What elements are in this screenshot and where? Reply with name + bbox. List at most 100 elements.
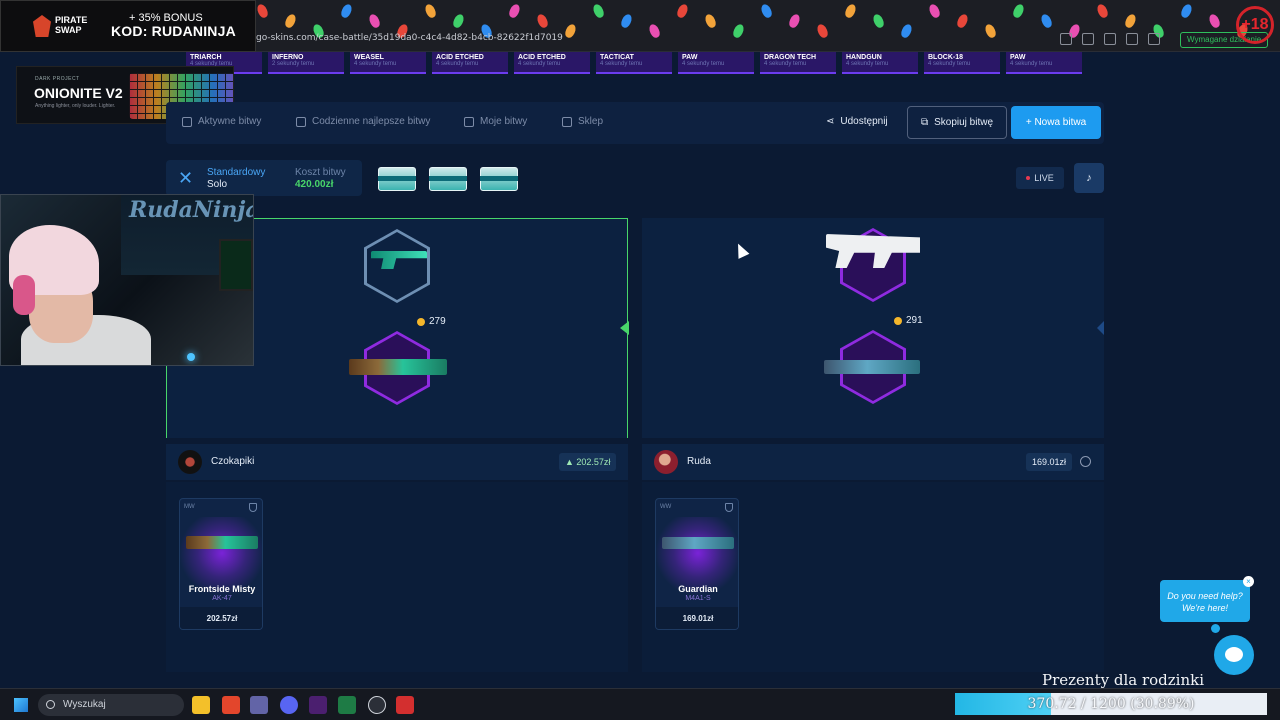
item-type: AK-47 [212,595,232,602]
avatar[interactable] [178,450,202,474]
item-type: M4A1-S [685,595,711,602]
excel-icon[interactable] [338,696,356,714]
ak47-skin-image [349,359,447,375]
drop-item[interactable]: ACID ETCHED 4 sekundy temu [432,52,508,74]
light-bulb [339,2,354,20]
close-icon[interactable]: × [1243,576,1254,587]
drop-item-time: 4 sekundy temu [600,61,643,67]
sound-toggle-button[interactable]: ♪ [1074,163,1104,193]
item-wear: MW [184,504,195,510]
extension-icon[interactable] [1082,33,1094,45]
drop-item[interactable]: PAW 4 sekundy temu [678,52,754,74]
chat-icon [1225,647,1243,662]
windows-start-icon[interactable] [14,698,28,712]
obs-icon[interactable] [368,696,386,714]
drop-item[interactable]: ACID ETCHED 4 sekundy temu [514,52,590,74]
m4a1s-skin-image [662,537,734,549]
sidebar-icon[interactable] [1126,33,1138,45]
drop-item[interactable]: TACTICAT 4 sekundy temu [596,52,672,74]
discord-icon[interactable] [280,696,298,714]
drop-item-time: 4 sekundy temu [928,61,971,67]
promo-banner: PIRATE SWAP + 35% BONUS KOD: RUDANINJA [0,0,256,52]
goal-title: Prezenty dla rodzinki [1042,671,1205,689]
drop-item-time: 4 sekundy temu [436,61,479,67]
help-bubble[interactable]: Do you need help? We're here! [1160,580,1250,622]
player-2-spinner: 291 [642,218,1104,438]
chat-button[interactable] [1214,635,1254,675]
mode-name: Standardowy [207,167,266,178]
drop-item-name: INFERNO [272,54,304,61]
light-bulb [647,22,662,40]
light-bulb [619,12,634,30]
copy-icon: ⧉ [920,117,929,128]
address-bar[interactable]: go-skins.com/case-battle/35d19da0-c4c4-4… [256,33,563,43]
light-bulb [423,2,438,20]
spin-marker [1097,321,1104,335]
drop-item-name: BLOCK-18 [928,54,964,61]
coin-icon [894,316,902,325]
app-icon[interactable] [396,696,414,714]
light-bulb [759,2,774,20]
taskbar-search[interactable]: Wyszukaj [38,694,184,716]
light-bulb [843,2,858,20]
drop-item[interactable]: BLOCK-18 4 sekundy temu [924,52,1000,74]
streamer-webcam: RudaNinja [0,194,254,366]
light-bulb [1179,2,1194,20]
light-bulb [283,12,298,30]
light-bulb [955,12,970,30]
drop-item-time: 4 sekundy temu [1010,61,1053,67]
tab-daily-best[interactable]: Codzienne najlepsze bitwy [296,116,430,127]
light-bulb [871,12,886,30]
drop-item[interactable]: HANDGUN 4 sekundy temu [842,52,918,74]
player-total: 169.01zł [1026,453,1073,471]
tab-shop[interactable]: Sklep [562,116,603,127]
light-bulb [1207,12,1222,30]
new-battle-button[interactable]: + Nowa bitwa [1011,106,1101,139]
spin-value: 291 [894,315,923,326]
drop-item-time: 4 sekundy temu [518,61,561,67]
drop-item[interactable]: PAW 4 sekundy temu [1006,52,1082,74]
search-icon [46,700,55,709]
share-button[interactable]: ⋖ Udostępnij [826,116,888,127]
drop-item-name: TACTICAT [600,54,634,61]
drop-item-name: ACID ETCHED [518,54,566,61]
favorites-icon[interactable] [1148,33,1160,45]
case-thumbnail[interactable] [478,163,520,193]
light-bulb [367,12,382,30]
brave-browser-icon[interactable] [222,696,240,714]
drop-item-name: HANDGUN [846,54,882,61]
drop-item[interactable]: WEASEL 4 sekundy temu [350,52,426,74]
live-button[interactable]: LIVE [1016,167,1064,189]
light-bulb [1011,2,1026,20]
won-item-card[interactable]: MW Frontside Misty AK-47 202.57zł [179,498,263,630]
case-thumbnail[interactable] [427,163,469,193]
extension-icon[interactable] [1060,33,1072,45]
avatar[interactable] [654,450,678,474]
drop-item-time: 4 sekundy temu [764,61,807,67]
file-explorer-icon[interactable] [192,696,210,714]
drop-item-name: TRIARCH [190,54,222,61]
headset-icon [13,275,35,315]
crossed-swords-icon: ✕ [178,168,194,188]
tab-active-battles[interactable]: Aktywne bitwy [182,116,261,127]
winner-marker [620,321,629,335]
item-price: 169.01zł [656,607,738,629]
teams-icon[interactable] [250,696,268,714]
app-icon[interactable] [309,696,327,714]
case-thumbnail[interactable] [376,163,418,193]
tab-my-battles[interactable]: Moje bitwy [464,116,527,127]
music-icon[interactable] [1104,33,1116,45]
pirateswap-logo-icon [33,15,51,37]
drop-item-name: PAW [1010,54,1026,61]
drop-item[interactable]: DRAGON TECH 4 sekundy temu [760,52,836,74]
emoji-icon[interactable] [1080,456,1091,467]
item-price: 202.57zł [180,607,262,629]
player-row: Ruda 169.01zł [642,444,1104,480]
drop-item-time: 4 sekundy temu [354,61,397,67]
drop-item-time: 2 sekundy temu [272,61,315,67]
won-item-card[interactable]: WW Guardian M4A1-S 169.01zł [655,498,739,630]
drop-item-name: ACID ETCHED [436,54,484,61]
copy-battle-button[interactable]: ⧉ Skopiuj bitwę [907,106,1007,139]
drop-item[interactable]: INFERNO 2 sekundy temu [268,52,344,74]
light-bulb [255,2,270,20]
